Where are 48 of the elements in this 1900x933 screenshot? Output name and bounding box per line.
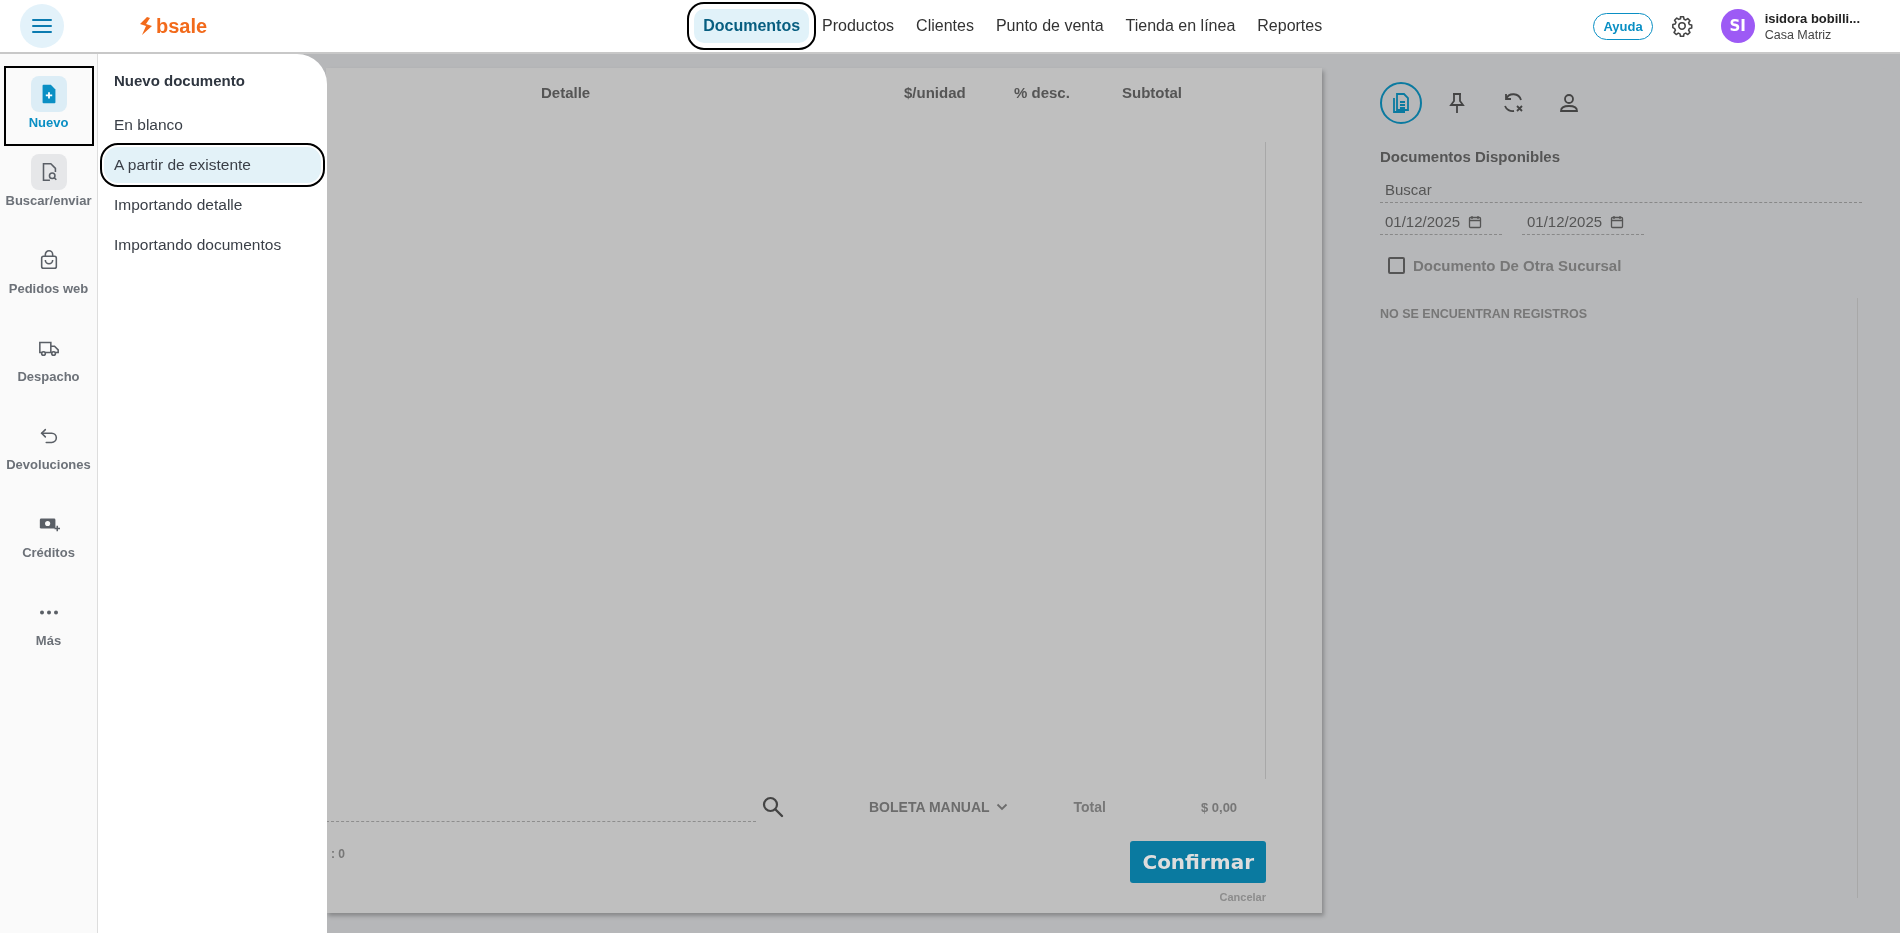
column-header: % desc. bbox=[1014, 84, 1070, 101]
menu-button[interactable] bbox=[20, 4, 64, 48]
empty-message: NO SE ENCUENTRAN REGISTROS bbox=[1380, 307, 1587, 321]
column-header: Detalle bbox=[541, 84, 591, 101]
total-value: $ 0,00 bbox=[1200, 799, 1238, 815]
checkbox-label: Documento De Otra Sucursal bbox=[1413, 257, 1622, 274]
sidebar-item[interactable]: Pedidos web bbox=[3, 242, 94, 330]
menu-item[interactable]: En blanco bbox=[104, 107, 321, 143]
more-icon bbox=[38, 609, 59, 615]
document-type-dropdown[interactable]: BOLETA MANUAL bbox=[863, 798, 1014, 816]
menu-item[interactable]: Importando documentos bbox=[104, 227, 321, 263]
nav-tab[interactable]: Clientes bbox=[907, 9, 983, 43]
nav-tab[interactable]: Reportes bbox=[1248, 9, 1332, 43]
sidebar-item[interactable]: Más bbox=[3, 594, 94, 682]
sidebar-item[interactable]: Devoluciones bbox=[3, 418, 94, 506]
user-avatar[interactable]: SI bbox=[1720, 9, 1755, 43]
help-button[interactable]: Ayuda bbox=[1593, 12, 1653, 40]
sidebar-item[interactable]: Créditos bbox=[3, 506, 94, 594]
user-icon bbox=[1557, 91, 1581, 115]
calendar-icon bbox=[1468, 214, 1483, 229]
logo-icon bbox=[138, 16, 154, 36]
date-field[interactable]: 01/12/2025 bbox=[1522, 209, 1644, 235]
logo: bsale bbox=[156, 14, 208, 38]
nav-tab[interactable]: Productos bbox=[813, 9, 904, 43]
date-field[interactable]: 01/12/2025 bbox=[1380, 209, 1502, 235]
panel-title: Documentos Disponibles bbox=[1380, 148, 1562, 165]
search-field[interactable]: Buscar bbox=[1380, 177, 1862, 203]
column-header: Subtotal bbox=[1122, 84, 1182, 101]
column-header: $/unidad bbox=[904, 84, 966, 101]
item-count: : 0 bbox=[331, 847, 345, 863]
sidebar-item[interactable]: Despacho bbox=[3, 330, 94, 418]
nav-tab[interactable]: Tienda en línea bbox=[1116, 9, 1245, 43]
chevron-down-icon bbox=[995, 803, 1008, 811]
menu-item[interactable]: Importando detalle bbox=[104, 187, 321, 223]
sidebar-item[interactable]: Nuevo bbox=[3, 66, 94, 146]
menu-icon bbox=[32, 18, 52, 34]
menu-title: Nuevo documento bbox=[113, 71, 246, 91]
checkbox[interactable] bbox=[1388, 257, 1405, 274]
nav-tab[interactable]: Punto de venta bbox=[986, 9, 1113, 43]
branch-name: Casa Matriz bbox=[1764, 27, 1833, 42]
sync-cross-icon bbox=[1501, 91, 1525, 115]
search-icon[interactable] bbox=[761, 795, 785, 819]
total-label: Total bbox=[1073, 799, 1106, 815]
calendar-icon bbox=[1610, 214, 1625, 229]
confirm-button[interactable]: Confirmar bbox=[1130, 841, 1266, 883]
settings-icon[interactable] bbox=[1670, 15, 1693, 37]
user-name: isidora bobilli... bbox=[1764, 10, 1860, 26]
sidebar-item[interactable]: Buscar/enviar bbox=[3, 154, 94, 242]
